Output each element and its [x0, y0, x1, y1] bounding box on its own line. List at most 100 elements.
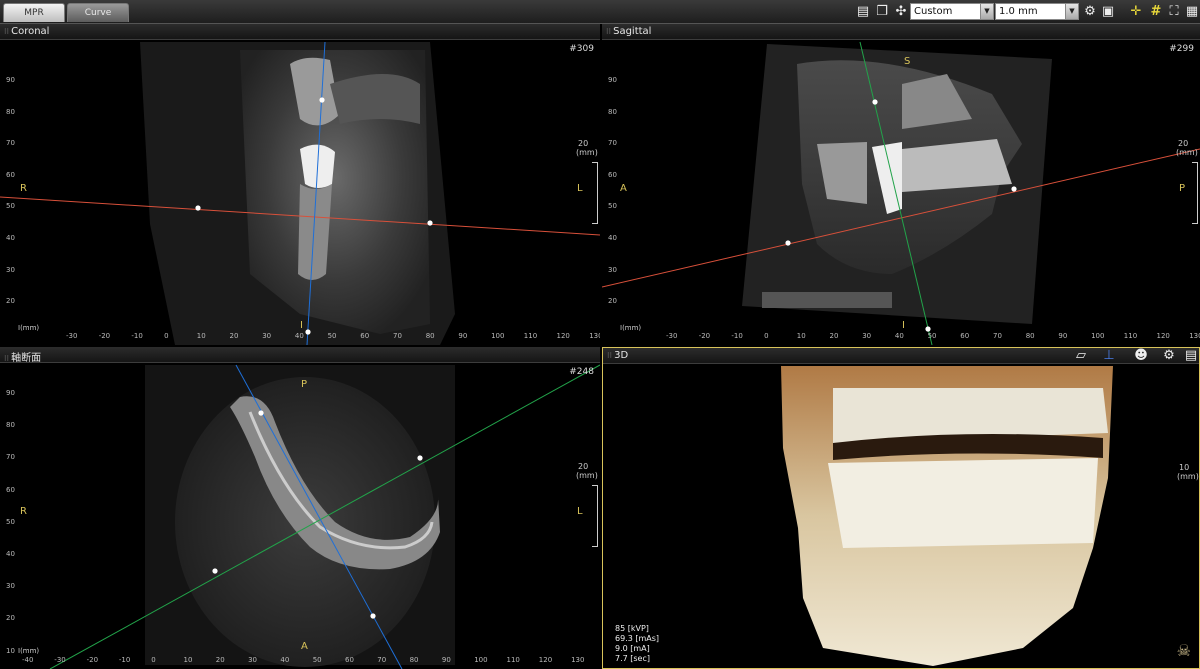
skull-orientation-icon[interactable]: ☠ — [1177, 641, 1191, 660]
x-tick-label: 60 — [960, 332, 970, 340]
crosshair-handle[interactable] — [370, 613, 376, 619]
y-tick-label: 30 — [608, 265, 617, 274]
ruler-unit: I(mm) — [18, 647, 40, 655]
crosshair-icon[interactable]: ✛ — [1128, 4, 1144, 20]
viewport-header: ⁝⁝ Sagittal — [602, 24, 1200, 40]
x-tick-label: 130 — [589, 332, 600, 340]
x-tick-label: 0 — [164, 332, 169, 340]
crosshair-handle[interactable] — [305, 329, 311, 335]
crosshair-handle[interactable] — [417, 455, 423, 461]
scale-unit: (mm) — [576, 148, 598, 157]
crosshair-handle[interactable] — [212, 568, 218, 574]
crosshair-handle[interactable] — [872, 99, 878, 105]
ruler-unit: I(mm) — [620, 324, 642, 332]
sagittal-image — [602, 41, 1200, 345]
3d-viewport[interactable]: ⁝⁝ 3D ▱ ⊥ ☻ ⚙ ▤ 10 (mm) 85 [kVP] 69.3 [mA… — [602, 347, 1200, 669]
layout-icon[interactable]: ▦ — [1184, 4, 1200, 20]
x-tick-label: 70 — [993, 332, 1002, 340]
orientation-bottom: A — [301, 641, 308, 652]
x-tick-label: 40 — [280, 656, 290, 664]
x-tick-label: 80 — [1025, 332, 1035, 340]
x-tick-label: -10 — [118, 656, 131, 664]
y-tick-label: 70 — [6, 453, 15, 462]
y-tick-label: 50 — [6, 202, 15, 211]
orientation-top: S — [904, 56, 911, 67]
x-tick-label: 90 — [458, 332, 468, 340]
fullscreen-icon[interactable]: ⛶ — [1166, 4, 1182, 20]
x-tick-label: 20 — [215, 656, 225, 664]
crosshair-handle[interactable] — [925, 326, 931, 332]
scale-bar — [592, 162, 598, 224]
x-tick-label: 50 — [312, 656, 322, 664]
sec-value: 7.7 [sec] — [615, 654, 650, 663]
crosshair-move-icon[interactable]: ✣ — [893, 4, 909, 20]
x-tick-label: 30 — [862, 332, 872, 340]
ruler-unit: I(mm) — [18, 324, 40, 332]
copy-icon[interactable]: ❐ — [874, 4, 890, 20]
scale-unit: (mm) — [1176, 148, 1198, 157]
tab-curve[interactable]: Curve — [67, 3, 129, 22]
crosshair-handle[interactable] — [1011, 186, 1017, 192]
crosshair-handle[interactable] — [258, 410, 264, 416]
x-tick-label: 70 — [393, 332, 402, 340]
x-tick-label: 100 — [491, 332, 505, 340]
clip-plane-icon[interactable]: ▱ — [1073, 348, 1089, 364]
x-tick-label: 0 — [151, 656, 156, 664]
y-tick-label: 70 — [6, 139, 15, 148]
x-tick-label: -30 — [666, 332, 678, 340]
x-tick-label: 60 — [360, 332, 370, 340]
orientation-top: P — [301, 379, 308, 390]
print-icon[interactable]: ▤ — [855, 4, 871, 20]
viewport-header: ⁝⁝ Coronal — [0, 24, 600, 40]
x-tick-label: -20 — [86, 656, 99, 664]
scale-value: 20 — [578, 139, 589, 148]
axial-viewport[interactable]: ⁝⁝ 軸断面 #248 P R L A 20 (mm) I(mm) -40 -30 -… — [0, 347, 600, 669]
sync-icon[interactable]: ⚙ — [1082, 4, 1098, 20]
scale-value: 20 — [1178, 139, 1189, 148]
crosshair-handle[interactable] — [785, 240, 791, 246]
y-tick-label: 40 — [6, 234, 15, 242]
kvp-value: 85 [kVP] — [615, 624, 649, 633]
y-tick-label: 30 — [6, 582, 15, 591]
thickness-select[interactable]: 1.0 mm ▼ — [995, 3, 1079, 20]
orientation-right: P — [1179, 183, 1186, 194]
x-tick-label: 80 — [409, 656, 419, 664]
crosshair-handle[interactable] — [319, 97, 325, 103]
grid-icon[interactable]: # — [1148, 4, 1164, 20]
x-tick-label: 100 — [474, 656, 488, 664]
crosshair-handle[interactable] — [195, 205, 201, 211]
y-tick-label: 20 — [6, 614, 15, 623]
chevron-down-icon: ▼ — [980, 4, 993, 19]
skull-icon[interactable]: ☻ — [1133, 348, 1149, 364]
x-tick-label: 0 — [764, 332, 769, 340]
x-tick-label: -20 — [98, 332, 111, 340]
crosshair-handle[interactable] — [427, 220, 433, 226]
orientation-bottom: I — [902, 320, 905, 331]
scale-unit: (mm) — [576, 471, 598, 480]
x-tick-label: 110 — [1123, 332, 1138, 340]
gear-icon[interactable]: ⚙ — [1161, 348, 1177, 364]
sagittal-viewport[interactable]: ⁝⁝ Sagittal #299 S A P I 20 (mm) I(mm) -3… — [602, 24, 1200, 345]
x-tick-label: 20 — [229, 332, 239, 340]
panel-icon[interactable]: ▤ — [1183, 348, 1199, 364]
x-tick-label: -10 — [731, 332, 743, 340]
axial-image — [49, 364, 600, 669]
orientation-icon[interactable]: ⊥ — [1101, 348, 1117, 364]
scale-value: 10 — [1179, 463, 1190, 472]
x-tick-label: 110 — [506, 656, 520, 664]
y-tick-label: 70 — [608, 139, 617, 148]
x-tick-label: 30 — [262, 332, 272, 340]
scale-bar — [1192, 162, 1198, 224]
orientation-right: L — [577, 506, 583, 517]
tab-mpr[interactable]: MPR — [3, 3, 65, 22]
preset-select[interactable]: Custom ▼ — [910, 3, 994, 20]
coronal-image — [0, 41, 600, 345]
scale-unit: (mm) — [1177, 472, 1199, 481]
viewport-title: ⁝⁝ 軸断面 — [4, 353, 42, 364]
ma-value: 9.0 [mA] — [615, 644, 650, 653]
slice-number: #248 — [569, 367, 594, 377]
lock-icon[interactable]: ▣ — [1100, 4, 1116, 20]
y-tick-label: 20 — [608, 297, 617, 306]
y-tick-label: 10 — [6, 646, 15, 655]
coronal-viewport[interactable]: ⁝⁝ Coronal #309 R L I 20 (mm) I(mm) -30 -2… — [0, 24, 600, 345]
